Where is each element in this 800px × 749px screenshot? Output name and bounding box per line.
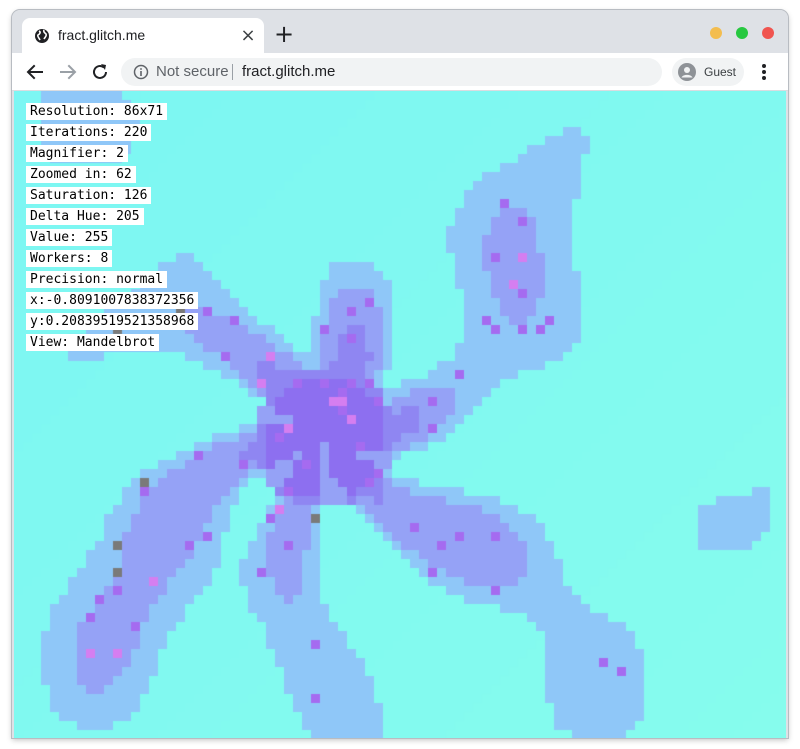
browser-window: fract.glitch.me × + Not secure fract.gli… xyxy=(12,10,788,738)
profile-button[interactable]: Guest xyxy=(672,58,744,86)
stats-line: Magnifier: 2 xyxy=(26,145,128,162)
close-window-button[interactable] xyxy=(762,27,774,39)
user-icon xyxy=(678,63,696,81)
stats-line: Value: 255 xyxy=(26,229,113,246)
tab-title: fract.glitch.me xyxy=(58,27,146,43)
address-divider xyxy=(232,64,233,80)
kebab-menu-icon[interactable] xyxy=(754,61,774,83)
address-bar[interactable]: Not secure fract.glitch.me xyxy=(121,58,662,86)
info-icon[interactable] xyxy=(133,64,149,80)
tab-strip: fract.glitch.me × + xyxy=(12,10,788,53)
stats-overlay: Resolution: 86x71 Iterations: 220 Magnifie… xyxy=(26,103,199,355)
stats-line: Workers: 8 xyxy=(26,250,113,267)
stats-line: Delta Hue: 205 xyxy=(26,208,144,225)
url-text[interactable]: fract.glitch.me xyxy=(242,63,335,80)
stats-line: Saturation: 126 xyxy=(26,187,152,204)
security-label[interactable]: Not secure xyxy=(156,63,229,80)
stats-line: Precision: normal xyxy=(26,271,168,288)
stats-line: x:-0.8091007838372356 xyxy=(26,292,199,309)
page-viewport: Resolution: 86x71 Iterations: 220 Magnifie… xyxy=(14,91,786,738)
profile-label: Guest xyxy=(704,65,737,79)
new-tab-button[interactable]: + xyxy=(274,22,294,46)
stats-line: y:0.20839519521358968 xyxy=(26,313,199,330)
tab-close-button[interactable]: × xyxy=(238,26,258,46)
stats-line: Iterations: 220 xyxy=(26,124,152,141)
minimize-button[interactable] xyxy=(710,27,722,39)
browser-toolbar: Not secure fract.glitch.me Guest xyxy=(12,53,788,91)
maximize-button[interactable] xyxy=(736,27,748,39)
stats-line: Resolution: 86x71 xyxy=(26,103,168,120)
back-button[interactable] xyxy=(24,61,46,83)
stats-line: Zoomed in: 62 xyxy=(26,166,136,183)
reload-button[interactable] xyxy=(89,61,111,83)
tab-fract[interactable]: fract.glitch.me × xyxy=(22,18,264,53)
globe-icon xyxy=(35,29,49,43)
stats-line: View: Mandelbrot xyxy=(26,334,160,351)
forward-button[interactable] xyxy=(57,61,79,83)
